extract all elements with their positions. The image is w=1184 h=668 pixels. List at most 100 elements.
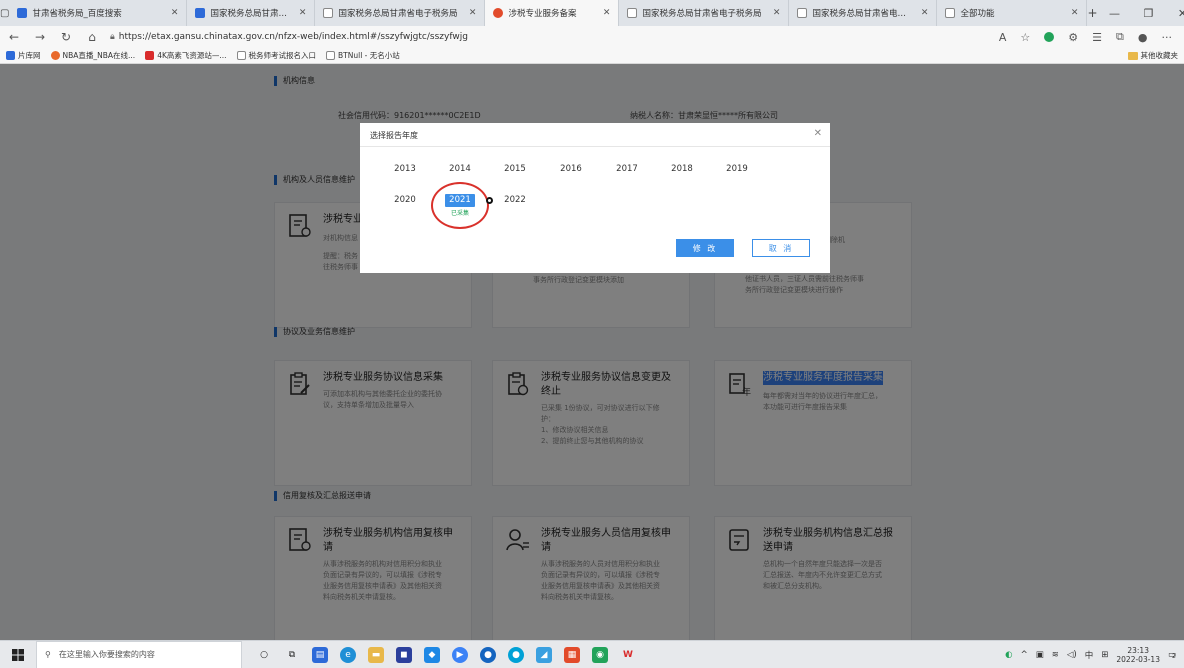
bookmark-item[interactable]: 片库网 bbox=[6, 50, 41, 61]
tab-favicon-icon bbox=[945, 8, 956, 18]
close-icon[interactable]: ✕ bbox=[814, 128, 822, 139]
app-icon[interactable]: ◆ bbox=[424, 646, 440, 663]
lock-icon: 🔒︎ bbox=[110, 32, 115, 42]
search-icon: ⚲ bbox=[45, 650, 51, 659]
app-icon[interactable]: ◼ bbox=[396, 646, 412, 663]
bookmark-label: NBA直播_NBA在线... bbox=[62, 51, 136, 60]
file-explorer-icon[interactable]: ▬ bbox=[368, 646, 384, 663]
year-option[interactable]: 2017 bbox=[612, 164, 642, 174]
windows-start-icon[interactable] bbox=[0, 648, 36, 661]
year-option[interactable]: 2020 bbox=[390, 195, 420, 205]
tab-favicon-icon bbox=[797, 8, 808, 18]
ime-indicator[interactable]: 中 bbox=[1085, 649, 1094, 661]
url-text: https://etax.gansu.chinatax.gov.cn/nfzx-… bbox=[118, 32, 468, 42]
browser-tab[interactable]: 国家税务总局甘肃省电子税务局 ✕ bbox=[619, 0, 790, 26]
ime-mode-icon[interactable]: ⊞ bbox=[1101, 650, 1108, 660]
app-icon[interactable]: ● bbox=[508, 646, 524, 663]
dialog-title: 选择报告年度 bbox=[370, 131, 418, 140]
year-option[interactable]: 2022 bbox=[500, 195, 530, 205]
other-bookmarks[interactable]: 其他收藏夹 bbox=[1127, 50, 1178, 61]
browser-tab-active[interactable]: 涉税专业服务备案 ✕ bbox=[485, 0, 620, 26]
tab-label: 国家税务总局甘肃省电子税务局 bbox=[642, 9, 762, 19]
url-field[interactable]: 🔒︎ https://etax.gansu.chinatax.gov.cn/nf… bbox=[110, 32, 989, 42]
tab-label: 国家税务总局甘肃省电子税务局 bbox=[812, 9, 909, 19]
home-icon[interactable]: ⌂ bbox=[84, 30, 100, 44]
app-icon[interactable]: ● bbox=[480, 646, 496, 663]
window-close-icon[interactable]: ✕ bbox=[1166, 0, 1184, 26]
bookmark-label: 税务师考试报名入口 bbox=[248, 51, 317, 60]
wechat-icon[interactable]: ◉ bbox=[592, 646, 608, 663]
tab-favicon-icon bbox=[17, 8, 28, 18]
bookmark-favicon-icon bbox=[236, 51, 246, 60]
favorites-icon[interactable]: ☰ bbox=[1092, 31, 1102, 44]
taskbar-search[interactable]: ⚲ 在这里输入你要搜索的内容 bbox=[36, 640, 242, 668]
bookmark-item[interactable]: NBA直播_NBA在线... bbox=[50, 50, 136, 61]
tab-label: 涉税专业服务备案 bbox=[508, 9, 577, 19]
back-icon[interactable]: ← bbox=[6, 30, 22, 44]
edge-browser-icon[interactable]: e bbox=[340, 646, 356, 663]
tray-app-icon[interactable]: ◐ bbox=[1005, 650, 1012, 660]
browser-tab[interactable]: 国家税务总局甘肃省电子税务局 ✕ bbox=[315, 0, 486, 26]
close-icon[interactable]: ✕ bbox=[1071, 8, 1079, 18]
year-option[interactable]: 2019 bbox=[722, 164, 752, 174]
modify-button[interactable]: 修 改 bbox=[676, 239, 734, 257]
year-option[interactable]: 2013 bbox=[390, 164, 420, 174]
volume-icon[interactable]: ◁) bbox=[1067, 650, 1077, 660]
new-tab-icon[interactable]: + bbox=[1087, 0, 1097, 26]
bookmark-favicon-icon bbox=[6, 51, 15, 60]
close-icon[interactable]: ✕ bbox=[171, 8, 179, 18]
favorite-star-icon[interactable]: ☆ bbox=[1020, 31, 1030, 44]
media-player-icon[interactable]: ▶ bbox=[452, 646, 468, 663]
extension-icon[interactable] bbox=[1044, 32, 1055, 42]
network-icon[interactable]: ▣ bbox=[1036, 650, 1044, 660]
year-select-dialog: 选择报告年度 ✕ 2013 2014 2015 2016 2017 2018 2… bbox=[360, 123, 830, 273]
close-icon[interactable]: ✕ bbox=[469, 8, 477, 18]
tab-label: 国家税务总局甘肃省电子税务局 bbox=[338, 9, 458, 19]
address-bar: ← → ↻ ⌂ 🔒︎ https://etax.gansu.chinatax.g… bbox=[0, 26, 1184, 48]
forward-icon[interactable]: → bbox=[32, 30, 48, 44]
cancel-button[interactable]: 取 消 bbox=[752, 239, 810, 257]
bookmark-item[interactable]: 4K高素飞资源站—... bbox=[145, 50, 227, 61]
wps-icon[interactable]: W bbox=[620, 647, 636, 663]
tab-actions-icon[interactable]: ▢ bbox=[0, 0, 9, 26]
browser-tab-strip: ▢ 甘肃省税务局_百度搜索 ✕ 国家税务总局甘肃省税务局 ✕ 国家税务总局甘肃省电子… bbox=[0, 0, 1184, 26]
notification-count: 2 bbox=[1171, 652, 1176, 660]
close-icon[interactable]: ✕ bbox=[299, 8, 307, 18]
page-content: 机构信息 社会信用代码：916201******0C2E1D 纳税人名称：甘肃荣… bbox=[0, 64, 1184, 640]
bookmark-item[interactable]: 税务师考试报名入口 bbox=[236, 50, 317, 61]
bookmark-label: 片库网 bbox=[18, 51, 41, 60]
year-option[interactable]: 2018 bbox=[667, 164, 697, 174]
close-icon[interactable]: ✕ bbox=[603, 8, 611, 18]
bookmark-favicon-icon bbox=[326, 51, 336, 60]
year-option[interactable]: 2015 bbox=[500, 164, 530, 174]
task-view-icon[interactable]: ⧉ bbox=[284, 647, 300, 663]
browser-tab[interactable]: 国家税务总局甘肃省税务局 ✕ bbox=[187, 0, 316, 26]
read-aloud-icon[interactable]: A bbox=[999, 31, 1007, 44]
year-option[interactable]: 2014 bbox=[445, 164, 475, 174]
extensions-icon[interactable]: ⚙ bbox=[1068, 31, 1078, 44]
app-icon[interactable]: ▦ bbox=[564, 646, 580, 663]
restore-icon[interactable]: ❐ bbox=[1132, 0, 1166, 26]
notification-icon[interactable]: ▭ 2 bbox=[1168, 650, 1176, 660]
collections-icon[interactable]: ⧉ bbox=[1116, 30, 1124, 44]
minimize-icon[interactable]: — bbox=[1098, 0, 1132, 26]
close-icon[interactable]: ✕ bbox=[921, 8, 929, 18]
bookmark-item[interactable]: BTNull - 无名小站 bbox=[326, 50, 400, 61]
more-icon[interactable]: ··· bbox=[1162, 31, 1173, 44]
profile-avatar-icon[interactable]: ● bbox=[1138, 31, 1148, 44]
bookmark-label: BTNull - 无名小站 bbox=[338, 51, 400, 60]
app-icon[interactable]: ◢ bbox=[536, 646, 552, 663]
browser-tab[interactable]: 国家税务总局甘肃省电子税务局 ✕ bbox=[789, 0, 938, 26]
year-option[interactable]: 2016 bbox=[556, 164, 586, 174]
refresh-icon[interactable]: ↻ bbox=[58, 30, 74, 44]
browser-tab[interactable]: 甘肃省税务局_百度搜索 ✕ bbox=[9, 0, 188, 26]
show-hidden-icon[interactable]: ^ bbox=[1021, 650, 1028, 660]
cortana-icon[interactable]: ○ bbox=[256, 647, 272, 663]
browser-tab[interactable]: 全部功能 ✕ bbox=[937, 0, 1088, 26]
wifi-icon[interactable]: ≋ bbox=[1052, 650, 1059, 660]
close-icon[interactable]: ✕ bbox=[773, 8, 781, 18]
app-icon[interactable]: ▤ bbox=[312, 646, 328, 663]
bookmark-label: 4K高素飞资源站—... bbox=[157, 51, 227, 60]
clock-time: 23:13 bbox=[1127, 645, 1149, 655]
taskbar-clock[interactable]: 23:13 2022-03-13 bbox=[1116, 646, 1160, 664]
